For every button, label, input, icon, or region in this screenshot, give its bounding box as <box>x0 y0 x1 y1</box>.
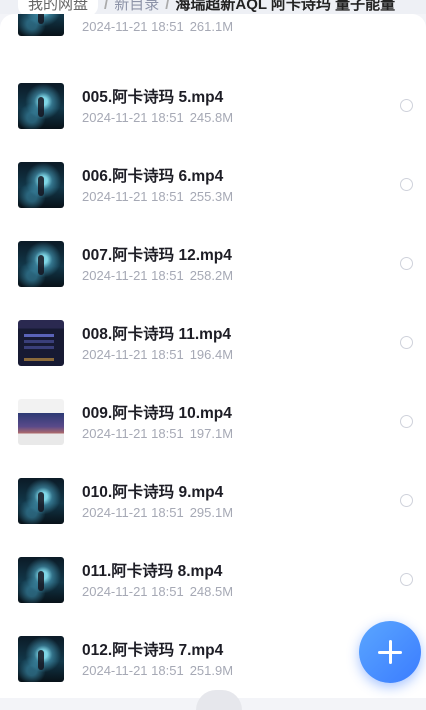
video-thumbnail <box>18 241 64 287</box>
breadcrumb: 我的网盘 / 新目录 / 海瑞超新AQL 阿卡诗玛 量子能量 <box>0 0 426 14</box>
file-size: 255.3M <box>189 189 234 204</box>
video-thumbnail <box>18 162 64 208</box>
file-date: 2024-11-21 18:51 <box>82 347 184 362</box>
select-radio[interactable] <box>400 573 413 586</box>
file-meta: 2024-11-21 18:51 255.3M <box>82 189 233 204</box>
file-meta: 2024-11-21 18:51 248.5M <box>82 584 233 599</box>
upload-fab-button[interactable] <box>359 621 421 683</box>
file-list: 2024-11-21 18:51 261.1M 005.阿卡诗玛 5.mp4 20… <box>0 14 426 698</box>
file-row[interactable]: 2024-11-21 18:51 261.1M <box>0 14 426 79</box>
file-row[interactable]: 006.阿卡诗玛 6.mp4 2024-11-21 18:51 255.3M <box>0 162 426 241</box>
video-thumbnail <box>18 636 64 682</box>
video-thumbnail <box>18 83 64 129</box>
file-date: 2024-11-21 18:51 <box>82 505 184 520</box>
file-name: 011.阿卡诗玛 8.mp4 <box>82 563 223 580</box>
file-row[interactable]: 007.阿卡诗玛 12.mp4 2024-11-21 18:51 258.2M <box>0 241 426 320</box>
video-thumbnail <box>18 478 64 524</box>
file-size: 197.1M <box>189 426 234 441</box>
file-meta: 2024-11-21 18:51 196.4M <box>82 347 233 362</box>
file-row[interactable]: 005.阿卡诗玛 5.mp4 2024-11-21 18:51 245.8M <box>0 83 426 162</box>
breadcrumb-folder[interactable]: 新目录 <box>114 0 159 14</box>
file-meta: 2024-11-21 18:51 258.2M <box>82 268 233 283</box>
file-date: 2024-11-21 18:51 <box>82 584 184 599</box>
file-name: 007.阿卡诗玛 12.mp4 <box>82 247 232 264</box>
file-name: 010.阿卡诗玛 9.mp4 <box>82 484 224 501</box>
file-name: 005.阿卡诗玛 5.mp4 <box>82 89 224 106</box>
file-size: 245.8M <box>189 110 234 125</box>
select-radio[interactable] <box>400 336 413 349</box>
select-radio[interactable] <box>400 99 413 112</box>
file-size: 248.5M <box>189 584 234 599</box>
file-name: 008.阿卡诗玛 11.mp4 <box>82 326 232 343</box>
breadcrumb-separator: / <box>104 0 109 13</box>
file-row[interactable]: 010.阿卡诗玛 9.mp4 2024-11-21 18:51 295.1M <box>0 478 426 557</box>
file-row[interactable]: 011.阿卡诗玛 8.mp4 2024-11-21 18:51 248.5M <box>0 557 426 636</box>
file-size: 251.9M <box>189 663 234 678</box>
select-radio[interactable] <box>400 494 413 507</box>
select-radio[interactable] <box>400 415 413 428</box>
breadcrumb-separator: / <box>165 0 170 13</box>
video-thumbnail <box>18 399 64 445</box>
file-meta: 2024-11-21 18:51 295.1M <box>82 505 233 520</box>
file-date: 2024-11-21 18:51 <box>82 189 184 204</box>
file-date: 2024-11-21 18:51 <box>82 663 184 678</box>
file-meta: 2024-11-21 18:51 197.1M <box>82 426 233 441</box>
select-radio[interactable] <box>400 257 413 270</box>
file-name: 006.阿卡诗玛 6.mp4 <box>82 168 224 185</box>
file-row[interactable]: 009.阿卡诗玛 10.mp4 2024-11-21 18:51 197.1M <box>0 399 426 478</box>
file-size: 295.1M <box>189 505 234 520</box>
file-meta: 2024-11-21 18:51 251.9M <box>82 663 233 678</box>
file-size: 261.1M <box>189 19 234 34</box>
file-name: 009.阿卡诗玛 10.mp4 <box>82 405 232 422</box>
video-thumbnail <box>18 320 64 366</box>
file-date: 2024-11-21 18:51 <box>82 268 184 283</box>
file-size: 196.4M <box>189 347 234 362</box>
file-row[interactable]: 008.阿卡诗玛 11.mp4 2024-11-21 18:51 196.4M <box>0 320 426 399</box>
breadcrumb-root[interactable]: 我的网盘 <box>18 0 99 14</box>
file-date: 2024-11-21 18:51 <box>82 19 184 34</box>
file-meta: 2024-11-21 18:51 261.1M <box>82 19 233 34</box>
file-date: 2024-11-21 18:51 <box>82 110 184 125</box>
video-thumbnail <box>18 557 64 603</box>
breadcrumb-current: 海瑞超新AQL 阿卡诗玛 量子能量 <box>175 0 396 13</box>
video-thumbnail <box>18 14 64 36</box>
file-size: 258.2M <box>189 268 234 283</box>
file-name: 012.阿卡诗玛 7.mp4 <box>82 642 224 659</box>
file-date: 2024-11-21 18:51 <box>82 426 184 441</box>
select-radio[interactable] <box>400 178 413 191</box>
plus-icon <box>389 640 392 664</box>
file-meta: 2024-11-21 18:51 245.8M <box>82 110 233 125</box>
